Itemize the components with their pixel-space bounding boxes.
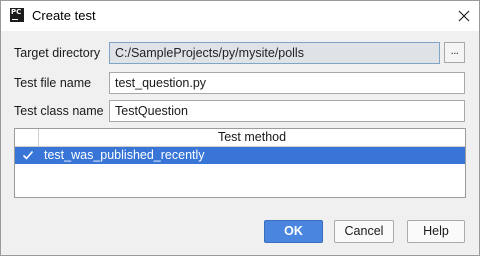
ok-button[interactable]: OK: [264, 220, 323, 243]
checkbox-checked-icon[interactable]: [22, 149, 34, 161]
target-directory-field[interactable]: [109, 42, 440, 64]
test-method-name: test_was_published_recently: [44, 148, 205, 162]
cancel-button[interactable]: Cancel: [334, 220, 394, 243]
test-class-name-field[interactable]: [109, 100, 465, 122]
test-method-column-header[interactable]: Test method: [39, 130, 465, 144]
browse-button[interactable]: ...: [444, 42, 465, 63]
test-class-name-label: Test class name: [14, 104, 104, 118]
title-bar: PC Create test: [1, 1, 479, 31]
table-row[interactable]: test_was_published_recently: [15, 147, 465, 164]
test-methods-table: Test method test_was_published_recently: [14, 128, 466, 198]
create-test-dialog: PC Create test Target directory ... Test…: [0, 0, 480, 256]
window-title: Create test: [32, 8, 96, 23]
checkbox-column-header[interactable]: [15, 129, 39, 146]
test-file-name-field[interactable]: [109, 72, 465, 94]
test-file-name-label: Test file name: [14, 76, 92, 90]
target-directory-label: Target directory: [14, 46, 101, 60]
pycharm-app-icon: PC: [10, 8, 24, 22]
close-button[interactable]: [452, 5, 476, 27]
close-icon: [458, 10, 470, 22]
table-header: Test method: [15, 129, 465, 147]
help-button[interactable]: Help: [407, 220, 465, 243]
app-icon-text: PC: [11, 8, 22, 16]
